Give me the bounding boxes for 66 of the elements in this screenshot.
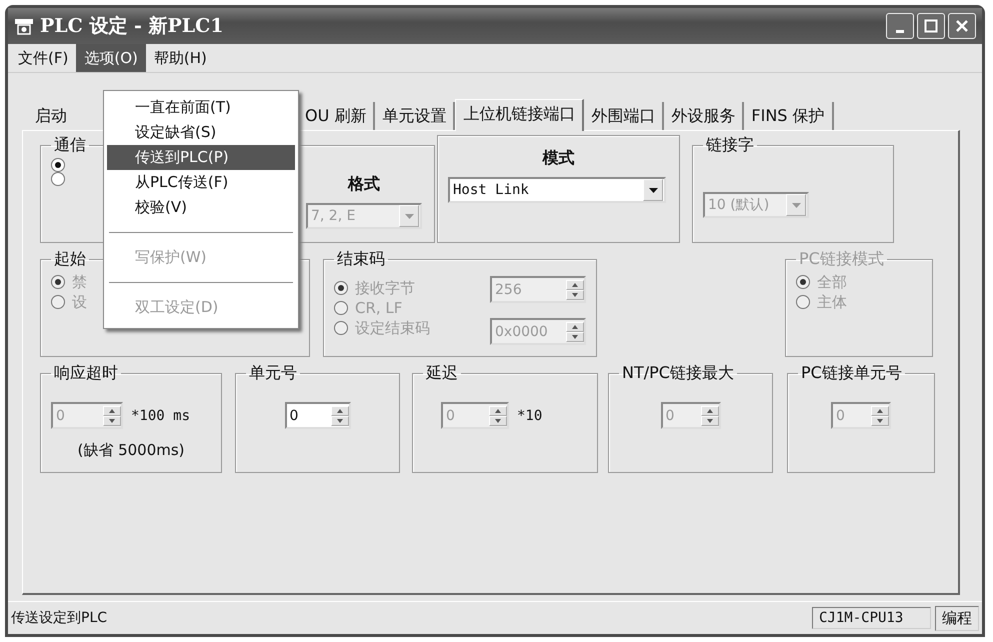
dropdown-field[interactable]: Host Link <box>448 177 666 203</box>
up-arrow-icon <box>877 408 883 412</box>
up-arrow-icon <box>572 324 578 328</box>
group-title: 延迟 <box>425 363 459 384</box>
up-arrow-icon <box>495 408 501 412</box>
minimize-button[interactable] <box>886 13 914 39</box>
group-title: PC链接模式 <box>798 249 885 270</box>
radio-label: 全部 <box>817 272 847 292</box>
menu-bar-item[interactable]: 帮助(H) <box>146 44 215 72</box>
unit-label: *10 <box>517 408 542 424</box>
tab[interactable]: 外围端口 <box>584 102 664 130</box>
tab[interactable]: 启动 <box>28 102 92 130</box>
close-button[interactable] <box>948 13 976 39</box>
spin-down-button[interactable] <box>330 416 348 426</box>
down-arrow-icon <box>877 418 883 422</box>
maximize-button[interactable] <box>917 13 945 39</box>
mode-label: 模式 <box>541 148 576 169</box>
format-label: 格式 <box>346 174 381 195</box>
radio-label: 主体 <box>817 292 847 312</box>
radio-button[interactable] <box>51 158 65 172</box>
down-arrow-icon <box>706 418 712 422</box>
group-title: 通信 <box>53 135 87 156</box>
menu-item[interactable]: 一直在前面(T) <box>107 95 295 120</box>
unit-label: *100 ms <box>131 408 190 424</box>
radio-label: 设 <box>72 292 87 312</box>
tab[interactable]: 外设服务 <box>664 102 744 130</box>
radio-label: CR, LF <box>355 298 402 318</box>
down-arrow-icon <box>336 418 342 422</box>
menu-item[interactable]: 设定缺省(S) <box>107 120 295 145</box>
menu-bar-item[interactable]: 选项(O) <box>76 44 146 72</box>
down-arrow-icon <box>109 418 115 422</box>
minimize-icon <box>896 30 904 32</box>
up-arrow-icon <box>572 282 578 286</box>
radio-button[interactable] <box>51 172 65 186</box>
menu-item[interactable]: 校验(V) <box>107 195 295 220</box>
tab[interactable]: FINS 保护 <box>744 102 834 130</box>
spin-field[interactable]: 0 <box>284 402 350 429</box>
up-arrow-icon <box>706 408 712 412</box>
close-icon <box>955 19 969 33</box>
spin-up-button[interactable] <box>330 406 348 416</box>
mode-indicator: 编程 <box>935 606 979 630</box>
radio-label: 设定结束码 <box>355 318 430 338</box>
status-message: 传送设定到PLC <box>11 609 108 627</box>
model-indicator: CJ1M-CPU13 <box>812 607 931 629</box>
group-title: NT/PC链接最大 <box>621 363 735 384</box>
group-title: 单元号 <box>248 363 298 384</box>
maximize-icon <box>924 19 938 33</box>
down-arrow-icon <box>572 292 578 296</box>
tab[interactable]: 上位机链接端口 <box>455 99 584 131</box>
menu-bar-item[interactable]: 文件(F) <box>10 44 76 72</box>
radio-label: 接收字节 <box>355 278 415 298</box>
menu-item[interactable]: 传送到PLC(P) <box>107 145 295 170</box>
menu-item[interactable]: 从PLC传送(F) <box>107 170 295 195</box>
down-arrow-icon <box>495 418 501 422</box>
default-note: (缺省 5000ms) <box>76 441 186 460</box>
group-title: 起始 <box>53 249 87 270</box>
radio-label: 禁 <box>72 272 87 292</box>
down-arrow-icon <box>572 334 578 338</box>
group-title: 结束码 <box>336 249 386 270</box>
group-title: PC链接单元号 <box>800 363 903 384</box>
window-title: PLC 设定 - 新PLC1 <box>40 14 224 39</box>
app-icon <box>14 17 34 35</box>
group-title: 响应超时 <box>53 363 119 384</box>
up-arrow-icon <box>109 408 115 412</box>
group-title: 链接字 <box>705 135 755 156</box>
up-arrow-icon <box>336 408 342 412</box>
